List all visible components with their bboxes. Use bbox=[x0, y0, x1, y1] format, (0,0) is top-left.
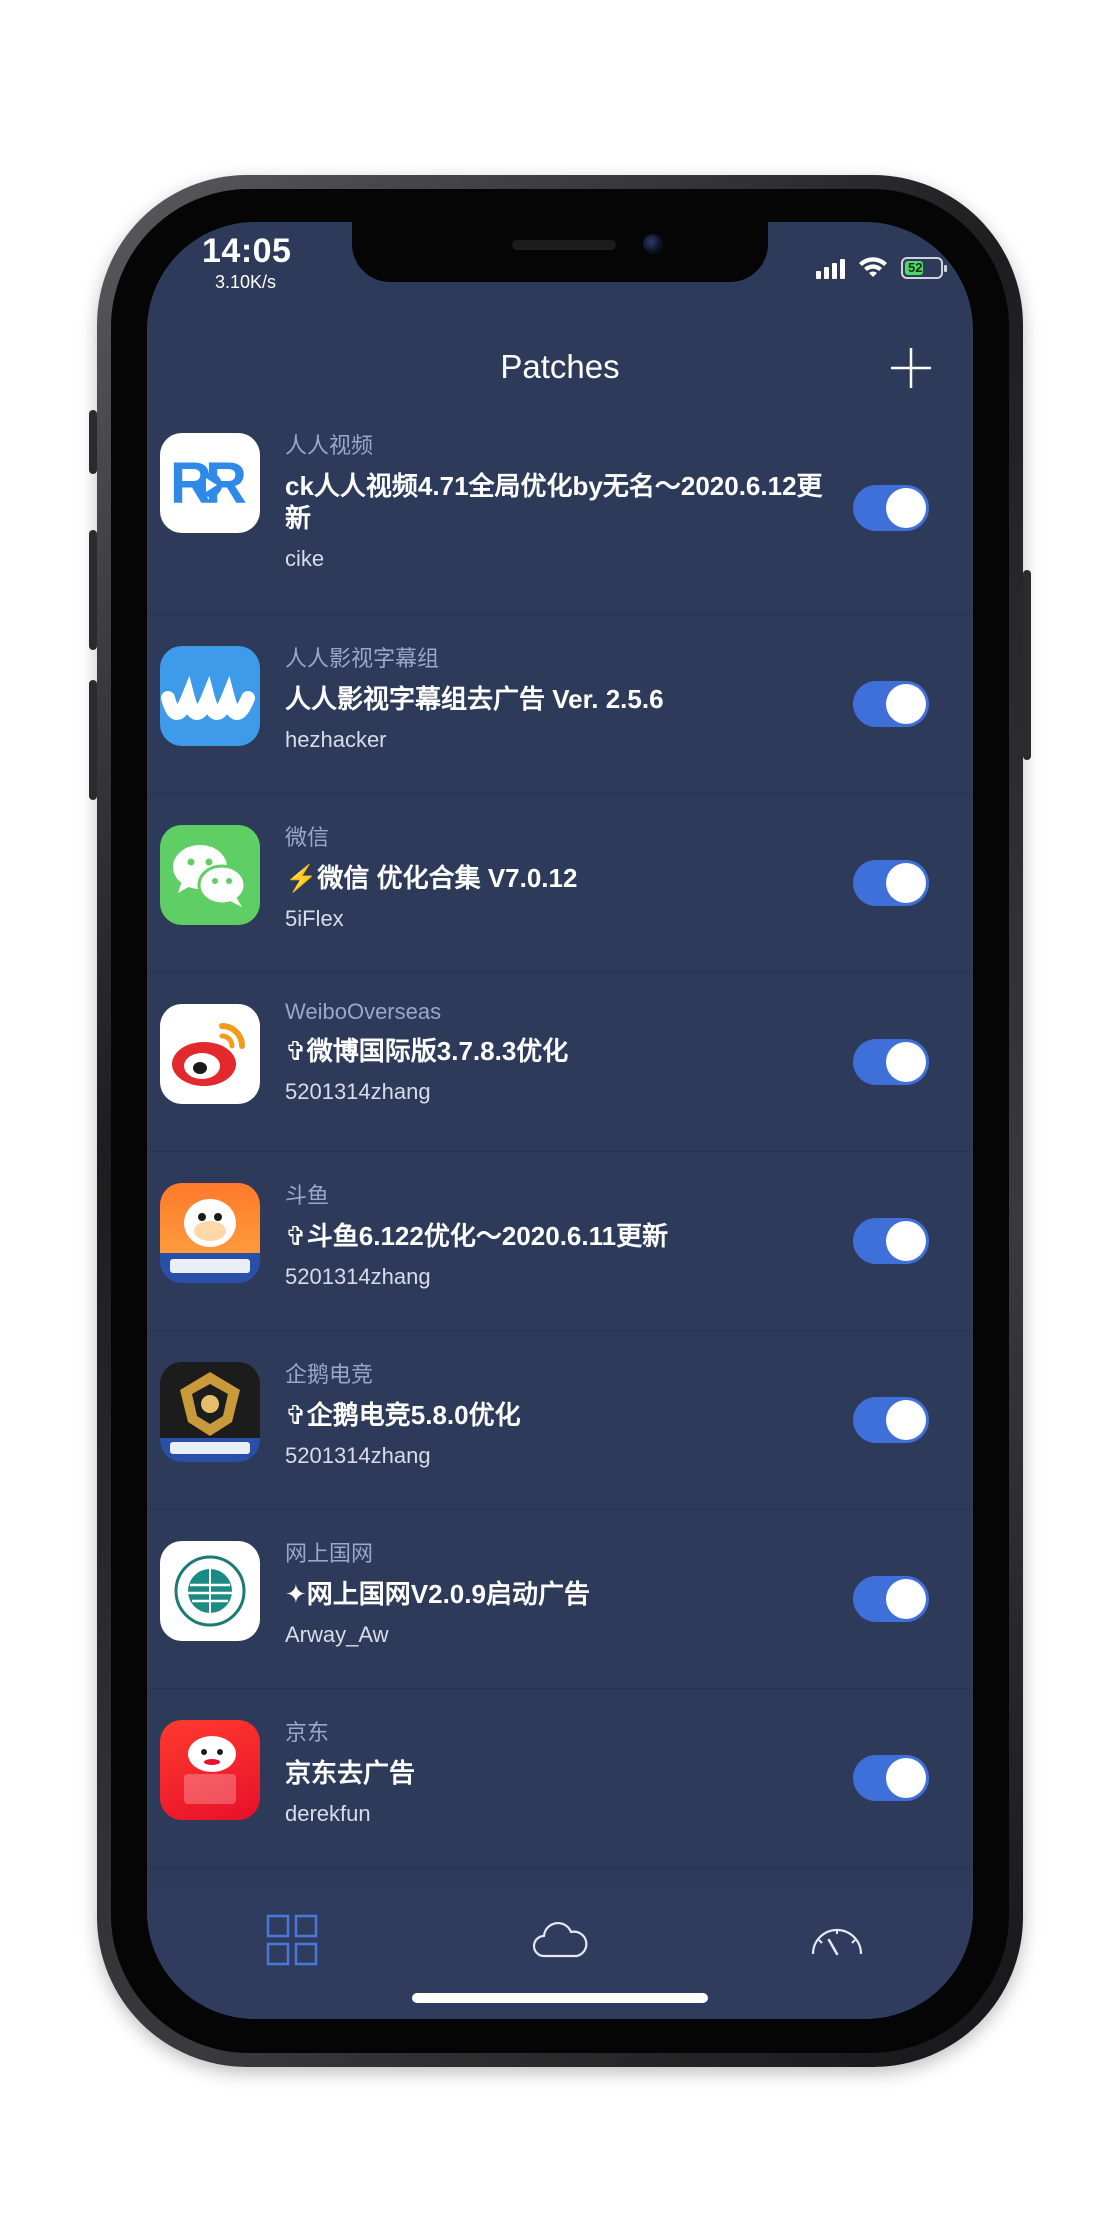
toggle-knob bbox=[886, 1579, 926, 1619]
app-screen: 14:05 3.10K/s 52 Patches R R 人人视频 ck人人视频… bbox=[147, 222, 973, 2019]
app-name: 微信 bbox=[285, 825, 330, 850]
patch-title: ✞企鹅电竞5.8.0优化 bbox=[285, 1400, 521, 1430]
patch-title: 京东去广告 bbox=[285, 1758, 416, 1788]
mute-switch bbox=[89, 410, 97, 474]
patch-author: 5201314zhang bbox=[285, 1079, 431, 1104]
patch-text: 人人影视字幕组 人人影视字幕组去广告 Ver. 2.5.6 hezhacker bbox=[285, 641, 823, 753]
patch-toggle[interactable] bbox=[853, 860, 929, 906]
patch-title: ✞斗鱼6.122优化～2020.6.11更新 bbox=[285, 1221, 669, 1251]
patch-author: 5iFlex bbox=[285, 906, 344, 931]
patch-title: ✞微博国际版3.7.8.3优化 bbox=[285, 1036, 569, 1066]
patch-row[interactable]: 网上国网 ✦网上国网V2.0.9启动广告 Arway_Aw bbox=[147, 1510, 973, 1689]
patch-author: Arway_Aw bbox=[285, 1622, 389, 1647]
patch-row[interactable]: 斗鱼 ✞斗鱼6.122优化～2020.6.11更新 5201314zhang bbox=[147, 1152, 973, 1331]
patch-author: derekfun bbox=[285, 1801, 371, 1826]
volume-up-button bbox=[89, 530, 97, 650]
toggle-knob bbox=[886, 488, 926, 528]
patch-row[interactable]: 人人影视字幕组 人人影视字幕组去广告 Ver. 2.5.6 hezhacker bbox=[147, 615, 973, 794]
toggle-knob bbox=[886, 1221, 926, 1261]
app-name: WeiboOverseas bbox=[285, 999, 442, 1024]
battery-icon: 52 bbox=[901, 257, 947, 279]
wifi-icon bbox=[859, 257, 887, 277]
battery-level: 52 bbox=[905, 261, 923, 275]
cloud-icon[interactable] bbox=[530, 1910, 590, 1970]
patch-text: 斗鱼 ✞斗鱼6.122优化～2020.6.11更新 5201314zhang bbox=[285, 1178, 823, 1290]
douyu-app-icon bbox=[160, 1183, 260, 1283]
patch-toggle[interactable] bbox=[853, 1755, 929, 1801]
patch-title: ck人人视频4.71全局优化by无名～2020.6.12更新 bbox=[285, 471, 823, 533]
patch-text: WeiboOverseas ✞微博国际版3.7.8.3优化 5201314zha… bbox=[285, 999, 823, 1105]
patch-text: 京东 京东去广告 derekfun bbox=[285, 1715, 823, 1827]
patch-row[interactable]: R R 人人视频 ck人人视频4.71全局优化by无名～2020.6.12更新 … bbox=[147, 402, 973, 615]
patch-author: 5201314zhang bbox=[285, 1443, 431, 1468]
toggle-knob bbox=[886, 1042, 926, 1082]
app-name: 网上国网 bbox=[285, 1541, 374, 1566]
network-speed: 3.10K/s bbox=[215, 272, 277, 292]
navigation-bar: Patches bbox=[147, 332, 973, 406]
patch-title: 人人影视字幕组去广告 Ver. 2.5.6 bbox=[285, 684, 664, 714]
app-name: 企鹅电竞 bbox=[285, 1362, 374, 1387]
page-title: Patches bbox=[500, 348, 620, 385]
patch-toggle[interactable] bbox=[853, 681, 929, 727]
patch-toggle[interactable] bbox=[853, 1397, 929, 1443]
app-name: 斗鱼 bbox=[285, 1183, 330, 1208]
home-indicator bbox=[412, 1993, 708, 2003]
tab-bar bbox=[147, 1892, 973, 2019]
front-camera bbox=[643, 234, 663, 254]
app-name: 人人视频 bbox=[285, 433, 374, 458]
cellular-signal-icon bbox=[816, 257, 845, 279]
app-name: 京东 bbox=[285, 1720, 330, 1745]
patch-title: ✦网上国网V2.0.9启动广告 bbox=[285, 1579, 590, 1609]
toggle-knob bbox=[886, 863, 926, 903]
state-grid-app-icon bbox=[160, 1541, 260, 1641]
power-button bbox=[1023, 570, 1031, 760]
status-indicators: 52 bbox=[816, 256, 947, 280]
patch-row[interactable]: 微信 ⚡️微信 优化合集 V7.0.12 5iFlex bbox=[147, 794, 973, 973]
penguin-esports-app-icon bbox=[160, 1362, 260, 1462]
patch-row[interactable]: WeiboOverseas ✞微博国际版3.7.8.3优化 5201314zha… bbox=[147, 973, 973, 1152]
volume-down-button bbox=[89, 680, 97, 800]
grid-icon[interactable] bbox=[262, 1910, 322, 1970]
patch-row[interactable]: 企鹅电竞 ✞企鹅电竞5.8.0优化 5201314zhang bbox=[147, 1331, 973, 1510]
patch-author: 5201314zhang bbox=[285, 1264, 431, 1289]
status-time: 14:05 bbox=[202, 232, 292, 270]
notch bbox=[352, 222, 768, 282]
patch-text: 微信 ⚡️微信 优化合集 V7.0.12 5iFlex bbox=[285, 820, 823, 932]
patch-author: hezhacker bbox=[285, 727, 387, 752]
patch-text: 人人视频 ck人人视频4.71全局优化by无名～2020.6.12更新 cike bbox=[285, 428, 823, 572]
plus-icon[interactable] bbox=[887, 344, 935, 392]
speedometer-icon[interactable] bbox=[807, 1910, 867, 1970]
jd-app-icon bbox=[160, 1720, 260, 1820]
rr-subtitle-app-icon bbox=[160, 646, 260, 746]
speaker-grille bbox=[512, 240, 616, 250]
patch-toggle[interactable] bbox=[853, 485, 929, 531]
patch-text: 企鹅电竞 ✞企鹅电竞5.8.0优化 5201314zhang bbox=[285, 1357, 823, 1469]
rr-video-app-icon: R R bbox=[160, 433, 260, 533]
patch-title: ⚡️微信 优化合集 V7.0.12 bbox=[285, 863, 578, 893]
patch-text: 网上国网 ✦网上国网V2.0.9启动广告 Arway_Aw bbox=[285, 1536, 823, 1648]
patch-author: cike bbox=[285, 546, 325, 571]
weibo-app-icon bbox=[160, 1004, 260, 1104]
app-name: 人人影视字幕组 bbox=[285, 646, 440, 671]
toggle-knob bbox=[886, 1758, 926, 1798]
patch-list: R R 人人视频 ck人人视频4.71全局优化by无名～2020.6.12更新 … bbox=[147, 402, 973, 1868]
patch-toggle[interactable] bbox=[853, 1576, 929, 1622]
patch-toggle[interactable] bbox=[853, 1039, 929, 1085]
patch-toggle[interactable] bbox=[853, 1218, 929, 1264]
patch-row[interactable]: 京东 京东去广告 derekfun bbox=[147, 1689, 973, 1868]
toggle-knob bbox=[886, 684, 926, 724]
wechat-app-icon bbox=[160, 825, 260, 925]
toggle-knob bbox=[886, 1400, 926, 1440]
